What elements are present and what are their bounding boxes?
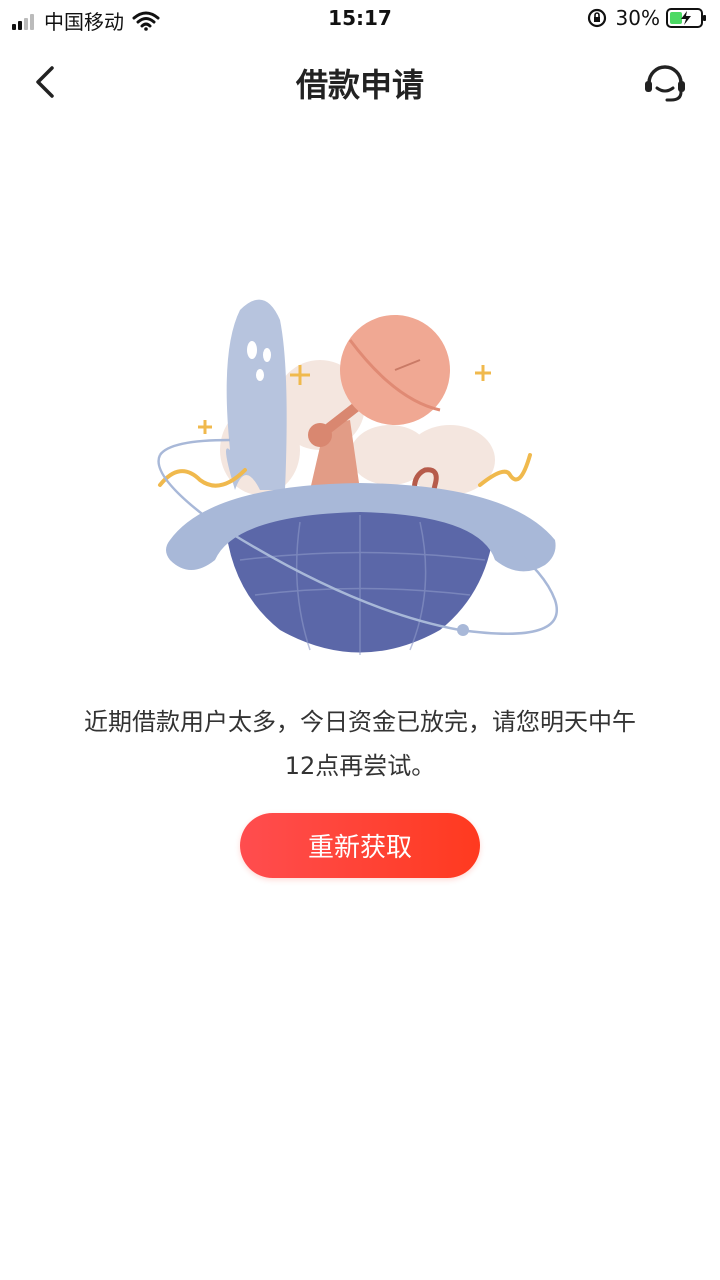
- status-right: 30%: [586, 6, 708, 30]
- globe-satellite-illustration: [157, 299, 558, 655]
- page-title: 借款申请: [295, 66, 424, 104]
- status-bar: 中国移动 15:17 30%: [0, 0, 720, 40]
- orientation-lock-icon: [587, 8, 606, 28]
- battery-charging-icon: [666, 8, 706, 28]
- message-line-1: 近期借款用户太多，今日资金已放完，请您明天中午: [84, 708, 636, 736]
- retry-button[interactable]: 重新获取: [240, 813, 480, 878]
- customer-service-button[interactable]: [640, 58, 690, 108]
- battery-percent: 30%: [615, 6, 660, 30]
- nav-bar: 借款申请: [0, 40, 720, 124]
- message-line-2: 12点再尝试。: [284, 752, 436, 780]
- quota-exhausted-message: 近期借款用户太多，今日资金已放完，请您明天中午 12点再尝试。: [40, 700, 680, 788]
- headset-icon: [645, 65, 685, 102]
